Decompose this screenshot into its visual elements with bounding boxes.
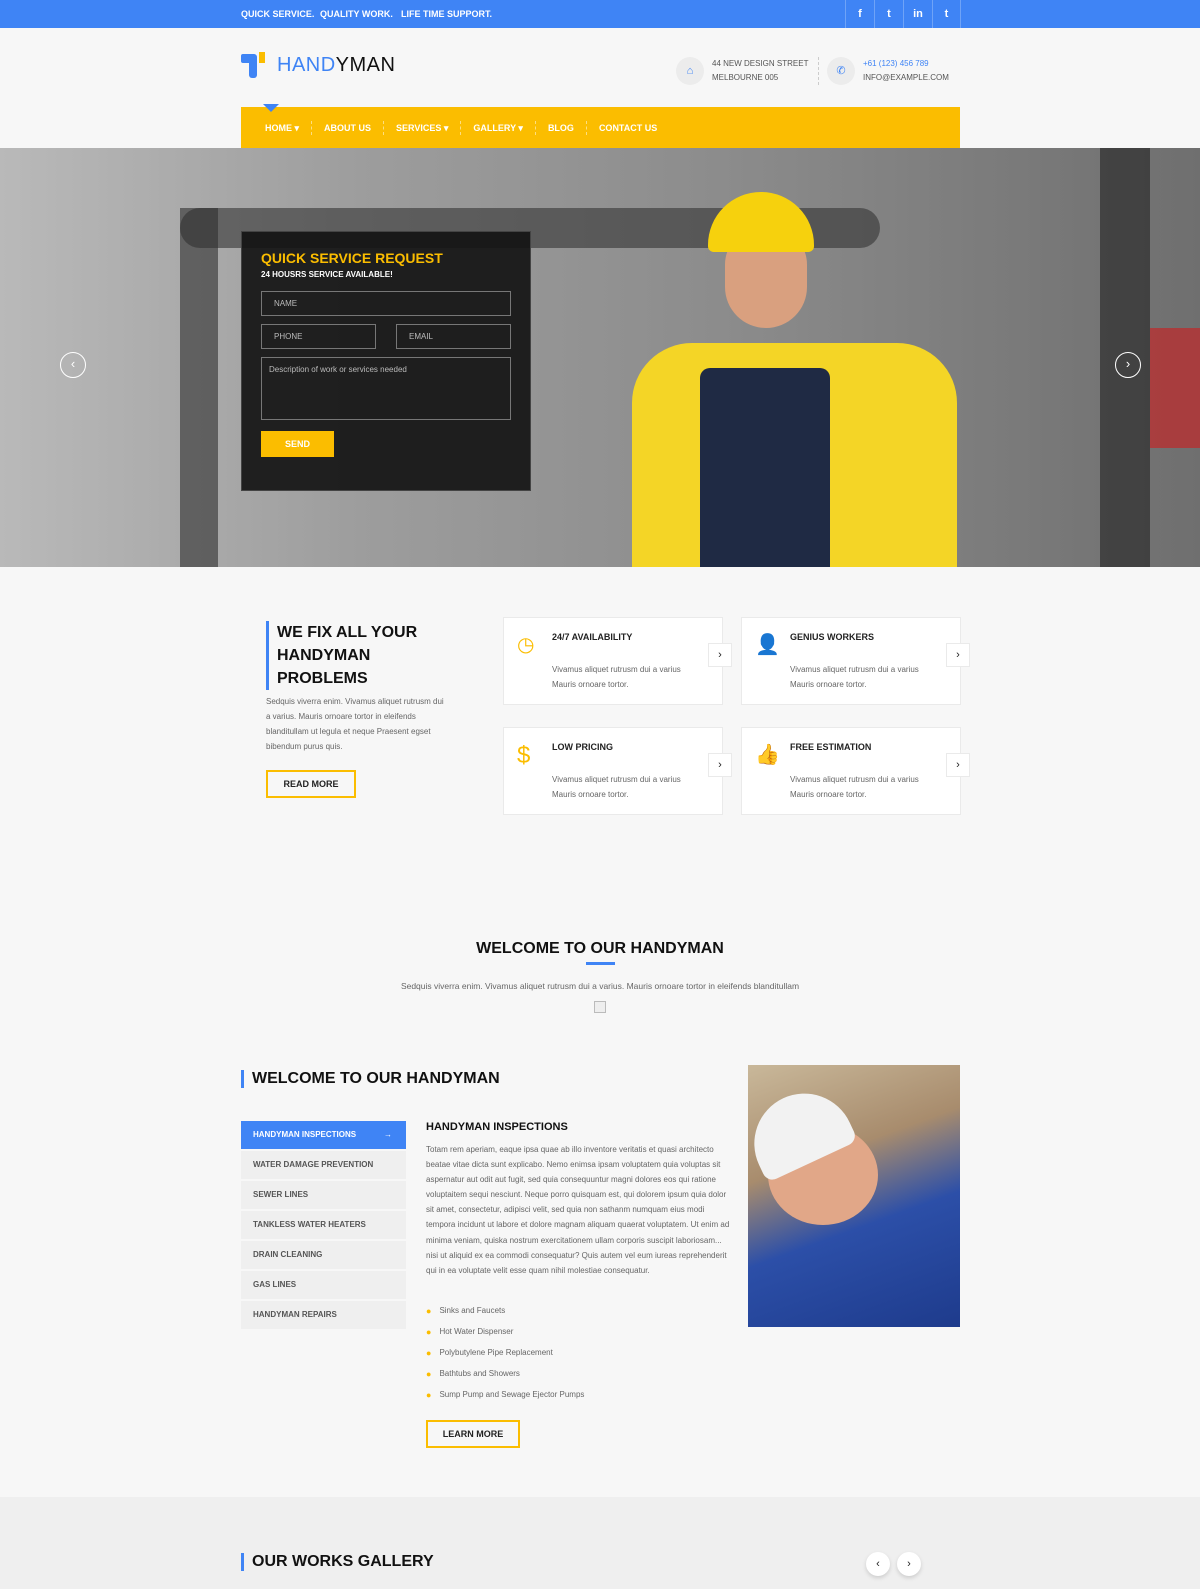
quick-service-form: QUICK SERVICE REQUEST 24 HOUSRS SERVICE … (241, 231, 531, 491)
tagline: LIFE TIME SUPPORT. (401, 9, 493, 19)
slider-prev-button[interactable]: ‹ (60, 352, 86, 378)
linkedin-icon[interactable]: in (903, 0, 932, 28)
top-bar: QUICK SERVICE. QUALITY WORK. LIFE TIME S… (0, 0, 1200, 28)
chevron-right-icon[interactable]: › (708, 753, 732, 777)
service-list: ● Sinks and Faucets ● Hot Water Dispenser … (426, 1300, 584, 1405)
feature-card-workers: 👤 GENIUS WORKERS Vivamus aliquet rutrusm… (741, 617, 970, 705)
home-icon: ⌂ (676, 57, 704, 85)
learn-more-button[interactable]: LEARN MORE (426, 1420, 520, 1448)
twitter-icon[interactable]: t (874, 0, 903, 28)
gallery-prev-button[interactable]: ‹ (866, 1552, 890, 1576)
list-item: ● Sump Pump and Sewage Ejector Pumps (426, 1389, 585, 1400)
main-nav: HOME ▾ ABOUT US SERVICES ▾ GALLERY ▾ BLO… (241, 104, 960, 148)
feature-title: FREE ESTIMATION (790, 742, 872, 752)
intro-title: WE FIX ALL YOUR HANDYMAN PROBLEMS (266, 621, 417, 690)
worker-photo (748, 1065, 960, 1327)
tab-tankless-heaters[interactable]: TANKLESS WATER HEATERS (241, 1211, 406, 1239)
slider-next-button[interactable]: › (1115, 352, 1141, 378)
feature-text: Vivamus aliquet rutrusm dui a varius Mau… (552, 665, 681, 689)
drop-icon: ● (426, 1347, 432, 1358)
feature-card-estimation: 👍 FREE ESTIMATION Vivamus aliquet rutrus… (741, 727, 970, 815)
list-item: ● Bathtubs and Showers (426, 1368, 520, 1379)
intro-text: Sedquis viverra enim. Vivamus aliquet ru… (266, 697, 444, 751)
address-line: 44 NEW DESIGN STREET (712, 59, 809, 68)
welcome-text: Sedquis viverra enim. Vivamus aliquet ru… (400, 981, 800, 991)
phone-number[interactable]: +61 (123) 456 789 (863, 57, 949, 71)
description-textarea[interactable]: Description of work or services needed (261, 357, 511, 420)
list-item: ● Sinks and Faucets (426, 1305, 506, 1316)
gallery-title: OUR WORKS GALLERY (241, 1553, 434, 1571)
phone-block: ✆ +61 (123) 456 789 INFO@EXAMPLE.COM (827, 57, 949, 85)
tumblr-icon[interactable]: t (932, 0, 961, 28)
welcome-title: WELCOME TO OUR HANDYMAN (476, 940, 724, 957)
service-title: HANDYMAN INSPECTIONS (426, 1121, 568, 1133)
list-item: ● Hot Water Dispenser (426, 1326, 514, 1337)
tagline: QUICK SERVICE. (241, 9, 315, 19)
hero-slider: ‹ › (0, 148, 1200, 567)
clock-icon: ◷ (517, 634, 535, 656)
phone-icon: ✆ (827, 57, 855, 85)
nav-gallery[interactable]: GALLERY ▾ (461, 120, 536, 135)
feature-title: GENIUS WORKERS (790, 632, 875, 642)
thumbs-up-icon: 👍 (755, 744, 780, 766)
broken-image-icon (594, 1001, 606, 1013)
drop-icon: ● (426, 1368, 432, 1379)
email-address[interactable]: INFO@EXAMPLE.COM (863, 71, 949, 85)
email-input[interactable]: EMAIL (396, 324, 511, 349)
form-subtitle: 24 HOUSRS SERVICE AVAILABLE! (261, 270, 393, 279)
service-text: Totam rem aperiam, eaque ipsa quae ab il… (426, 1145, 730, 1275)
nav-contact[interactable]: CONTACT US (587, 121, 669, 135)
feature-title: LOW PRICING (552, 742, 613, 752)
nav-about[interactable]: ABOUT US (312, 120, 385, 135)
chevron-right-icon[interactable]: › (946, 753, 970, 777)
feature-text: Vivamus aliquet rutrusm dui a varius Mau… (790, 665, 919, 689)
nav-home[interactable]: HOME ▾ (253, 120, 313, 135)
drop-icon: ● (426, 1389, 432, 1400)
chevron-right-icon[interactable]: › (708, 643, 732, 667)
form-title: QUICK SERVICE REQUEST (261, 250, 443, 266)
feature-text: Vivamus aliquet rutrusm dui a varius Mau… (552, 775, 681, 799)
tab-gas-lines[interactable]: GAS LINES (241, 1271, 406, 1299)
chevron-right-icon[interactable]: › (946, 643, 970, 667)
active-indicator (263, 104, 279, 112)
feature-text: Vivamus aliquet rutrusm dui a varius Mau… (790, 775, 919, 799)
gallery-section: OUR WORKS GALLERY ‹ › (0, 1497, 1200, 1589)
tab-handyman-repairs[interactable]: HANDYMAN REPAIRS (241, 1301, 406, 1329)
address-line: MELBOURNE 005 (712, 73, 779, 82)
facebook-icon[interactable]: f (845, 0, 874, 28)
list-item: ● Polybutylene Pipe Replacement (426, 1347, 553, 1358)
title-underline (586, 962, 615, 965)
nav-services[interactable]: SERVICES ▾ (384, 120, 462, 135)
feature-card-pricing: $ LOW PRICING Vivamus aliquet rutrusm du… (503, 727, 732, 815)
address-block: ⌂ 44 NEW DESIGN STREET MELBOURNE 005 (676, 57, 808, 85)
tab-sewer-lines[interactable]: SEWER LINES (241, 1181, 406, 1209)
phone-input[interactable]: PHONE (261, 324, 376, 349)
tagline: QUALITY WORK. (320, 9, 393, 19)
dollar-icon: $ (517, 742, 531, 769)
feature-title: 24/7 AVAILABILITY (552, 632, 633, 642)
services-title: WELCOME TO OUR HANDYMAN (241, 1070, 500, 1088)
arrow-right-icon: → (384, 1130, 392, 1139)
logo-text-yman: YMAN (335, 53, 396, 76)
nav-blog[interactable]: BLOG (536, 120, 587, 135)
user-icon: 👤 (755, 634, 780, 656)
drop-icon: ● (426, 1305, 432, 1316)
logo-icon (241, 52, 267, 78)
name-input[interactable]: NAME (261, 291, 511, 316)
logo-text-hand: HAND (277, 53, 336, 76)
tab-water-damage[interactable]: WATER DAMAGE PREVENTION (241, 1151, 406, 1179)
tab-handyman-inspections[interactable]: HANDYMAN INSPECTIONS → (241, 1121, 406, 1149)
services-tabs: HANDYMAN INSPECTIONS → WATER DAMAGE PREVE… (241, 1121, 406, 1331)
gallery-next-button[interactable]: › (897, 1552, 921, 1576)
logo[interactable]: HANDYMAN (241, 52, 395, 78)
drop-icon: ● (426, 1326, 432, 1337)
read-more-button[interactable]: READ MORE (266, 770, 356, 798)
send-button[interactable]: SEND (261, 431, 334, 457)
feature-card-availability: ◷ 24/7 AVAILABILITY Vivamus aliquet rutr… (503, 617, 732, 705)
tab-drain-cleaning[interactable]: DRAIN CLEANING (241, 1241, 406, 1269)
